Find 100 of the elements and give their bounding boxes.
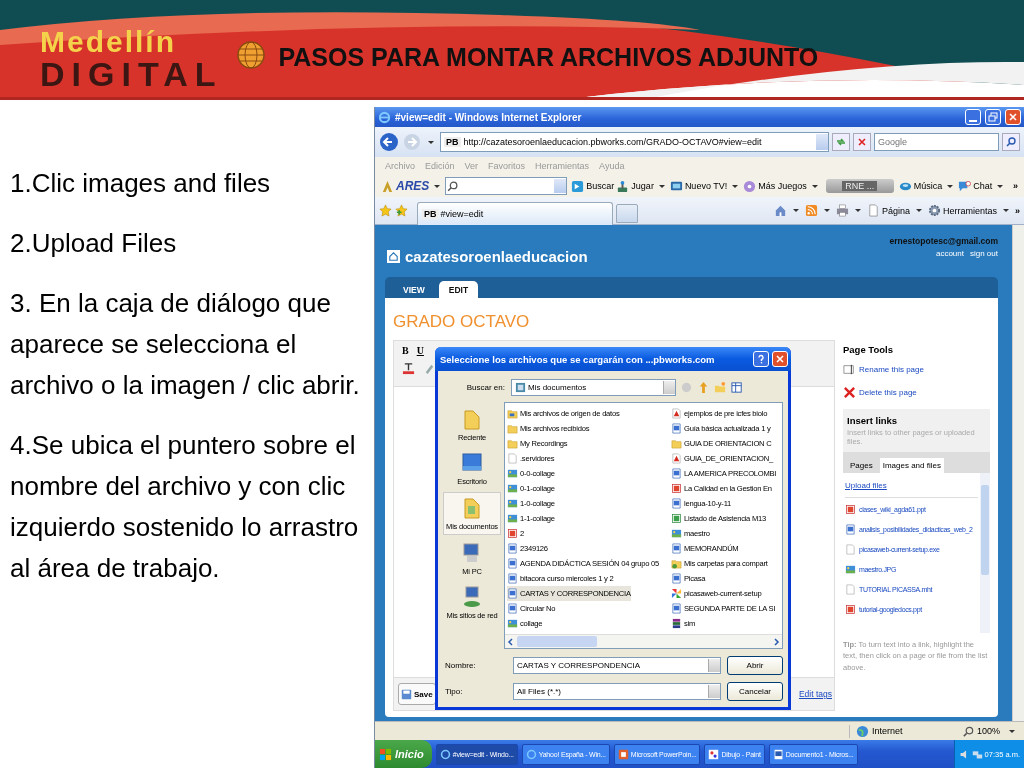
step-text: 1.Clic images and files bbox=[10, 167, 272, 200]
account-link[interactable]: sign out bbox=[969, 249, 998, 258]
more-button[interactable]: » bbox=[1013, 181, 1018, 191]
location-dropdown[interactable]: Mis documentos bbox=[511, 378, 676, 396]
file-type-dropdown[interactable]: All Files (*.*) bbox=[513, 683, 721, 700]
edit-tags-link[interactable]: Edit tags bbox=[798, 689, 832, 699]
panel-tab[interactable]: Pages bbox=[847, 458, 876, 473]
restore-button[interactable] bbox=[985, 109, 1001, 125]
account-link[interactable]: account bbox=[935, 249, 964, 258]
document-icon bbox=[671, 498, 682, 509]
panel-tab[interactable]: Images and files bbox=[879, 458, 944, 473]
blank-file-icon bbox=[507, 453, 518, 464]
slides-file-icon bbox=[507, 528, 518, 539]
document-icon bbox=[507, 558, 518, 569]
text-color-icon[interactable] bbox=[402, 362, 415, 375]
scrollbar[interactable] bbox=[505, 634, 782, 648]
joystick-icon bbox=[616, 179, 630, 193]
logo-text: Medellín bbox=[40, 27, 177, 57]
toolbar-button[interactable]: Chat bbox=[958, 179, 993, 193]
back-button[interactable] bbox=[379, 132, 399, 152]
security-zone: Internet bbox=[848, 724, 956, 738]
document-icon bbox=[671, 573, 682, 584]
search-field[interactable]: Google bbox=[874, 133, 999, 151]
add-star-icon[interactable] bbox=[395, 204, 408, 217]
network-icon[interactable] bbox=[971, 748, 983, 760]
zoom-button[interactable]: 100% bbox=[961, 724, 1000, 738]
delete-icon bbox=[843, 386, 856, 399]
image-icon bbox=[671, 528, 682, 539]
field-label: Nombre: bbox=[444, 661, 477, 670]
slides-icon bbox=[617, 748, 629, 760]
feed-icon[interactable] bbox=[804, 204, 818, 217]
radio-player[interactable]: RNE ... bbox=[825, 179, 894, 193]
format-button[interactable]: B bbox=[402, 345, 409, 356]
more-button[interactable]: » bbox=[1015, 205, 1020, 216]
page-tab[interactable]: VIEW bbox=[393, 281, 435, 298]
dropdown-button[interactable] bbox=[554, 179, 567, 193]
page-heading: GRADO OCTAVO bbox=[393, 312, 531, 332]
stop-icon bbox=[856, 136, 868, 148]
toolbar-button[interactable]: Música bbox=[898, 179, 943, 193]
scrollbar[interactable] bbox=[980, 473, 990, 633]
site-badge: PB bbox=[444, 137, 461, 147]
cancel-button[interactable]: Cancelar bbox=[727, 682, 783, 701]
home-icon[interactable] bbox=[387, 249, 400, 263]
home-icon[interactable] bbox=[773, 204, 787, 217]
page-menu-button[interactable]: Página bbox=[866, 204, 910, 217]
help-button[interactable] bbox=[753, 351, 769, 367]
magnifier-icon bbox=[961, 724, 975, 738]
search-icon bbox=[446, 179, 460, 193]
caret-icon bbox=[434, 184, 441, 188]
minimize-button[interactable] bbox=[965, 109, 981, 125]
user-email: ernestopotesc@gmail.com bbox=[889, 236, 998, 246]
browser-tab[interactable]: PB #view=edit bbox=[417, 201, 613, 225]
step-text: 4.Se ubica el puntero sobre el nombre del archivo y con clic izquierdo sostenido lo arrastro al área de trabajo. bbox=[10, 429, 360, 585]
close-button[interactable] bbox=[1005, 109, 1021, 125]
caret-icon bbox=[658, 184, 665, 188]
restore-icon bbox=[988, 112, 998, 122]
format-button[interactable]: U bbox=[416, 345, 424, 356]
site-name[interactable]: cazatesoroenlaeducacion bbox=[405, 247, 588, 265]
tools-menu-button[interactable]: Herramientas bbox=[927, 204, 997, 217]
toolbar-search-field[interactable] bbox=[445, 177, 568, 195]
page-tool-link[interactable]: Rename this page bbox=[843, 363, 990, 376]
document-icon bbox=[671, 543, 682, 554]
folder-icon bbox=[507, 423, 518, 434]
printer-icon[interactable] bbox=[835, 204, 849, 217]
address-field[interactable]: PB http://cazatesoroenlaeducacion.pbworks.com/GRADO-OCTAVO#view=edit bbox=[440, 132, 829, 152]
document-icon bbox=[671, 468, 682, 479]
scrollbar[interactable] bbox=[1012, 225, 1024, 721]
upload-files-link[interactable]: Upload files bbox=[845, 481, 887, 490]
documents-folder-icon bbox=[515, 381, 526, 393]
view-menu-icon[interactable] bbox=[731, 380, 744, 394]
open-button[interactable]: Abrir bbox=[727, 656, 783, 675]
toolbar-button[interactable]: Jugar bbox=[616, 179, 654, 193]
start-button[interactable]: Inicio bbox=[375, 740, 432, 768]
rename-icon bbox=[843, 363, 856, 376]
up-folder-icon[interactable] bbox=[697, 380, 710, 394]
toolbar-button[interactable]: Buscar bbox=[571, 179, 615, 193]
search-button[interactable] bbox=[1002, 133, 1020, 151]
globe-icon bbox=[439, 748, 451, 760]
page-tab[interactable]: EDIT bbox=[438, 281, 479, 298]
section-title: Insert links bbox=[846, 414, 899, 428]
star-icon[interactable] bbox=[379, 204, 392, 217]
file-name-field[interactable]: CARTAS Y CORRESPONDENCIA bbox=[513, 657, 721, 674]
stop-button[interactable] bbox=[853, 133, 871, 151]
toolbar-button[interactable]: Nuevo TV! bbox=[669, 179, 728, 193]
highlighter-icon[interactable] bbox=[423, 362, 436, 375]
caret-icon bbox=[823, 209, 830, 212]
caret-icon bbox=[854, 209, 861, 212]
page-tool-link[interactable]: Delete this page bbox=[843, 386, 990, 399]
image-icon bbox=[845, 564, 856, 575]
toolbar-button[interactable]: Más Juegos bbox=[743, 179, 807, 193]
new-tab-button[interactable] bbox=[616, 203, 638, 223]
scroll-right-icon[interactable] bbox=[772, 637, 780, 646]
refresh-button[interactable] bbox=[832, 133, 850, 151]
close-button[interactable] bbox=[772, 351, 788, 367]
pdf-file-icon bbox=[671, 453, 682, 464]
step-text: 2.Upload Files bbox=[10, 227, 178, 260]
step-text: 3. En la caja de diálogo que aparece se selecciona el archivo o la imagen / clic abrir. bbox=[10, 287, 361, 402]
dialog-title: Seleccione los archivos que se cargarán con ...pbworks.com bbox=[440, 353, 715, 365]
save-button[interactable]: Save bbox=[398, 683, 436, 705]
scroll-left-icon[interactable] bbox=[507, 637, 515, 646]
